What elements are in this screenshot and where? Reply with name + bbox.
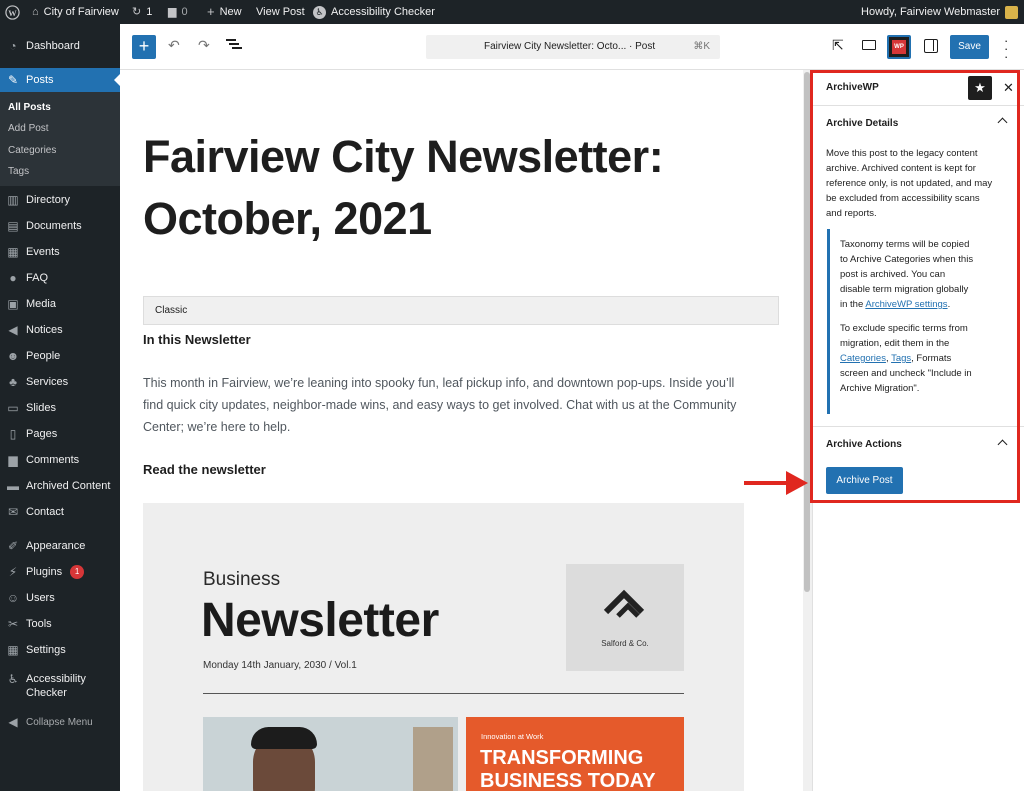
settings-icon: ▦ — [7, 643, 19, 657]
updates-link[interactable]: ↻ 1 — [132, 0, 152, 24]
new-content-link[interactable]: + New — [207, 0, 242, 24]
menu-services[interactable]: ♣ Services — [0, 370, 120, 394]
menu-documents[interactable]: ▤ Documents — [0, 214, 120, 238]
media-icon: ▣ — [7, 297, 19, 311]
menu-people[interactable]: ☻ People — [0, 344, 120, 368]
mail-icon: ✉ — [7, 505, 19, 519]
heading-in-this-newsletter[interactable]: In this Newsletter — [143, 332, 251, 347]
menu-comments[interactable]: ▆ Comments — [0, 448, 120, 472]
user-icon: ☺ — [6, 591, 20, 605]
documents-icon: ▤ — [7, 219, 19, 233]
comment-icon: ▆ — [168, 6, 177, 18]
intro-paragraph[interactable]: This month in Fairview, we’re leaning in… — [143, 372, 783, 438]
archivewp-logo-icon: WP — [892, 40, 906, 54]
paintbrush-icon: ✐ — [7, 539, 19, 553]
menu-users[interactable]: ☺ Users — [0, 586, 120, 610]
view-post-link[interactable]: View Post — [256, 0, 305, 24]
directory-icon: ▥ — [7, 193, 19, 207]
archive-icon: ▬ — [7, 479, 19, 493]
redo-icon[interactable]: ↷ — [198, 37, 210, 54]
menu-media[interactable]: ▣ Media — [0, 292, 120, 316]
comments-link[interactable]: ▆ 0 — [168, 0, 188, 24]
external-link-icon[interactable]: ⇱ — [832, 37, 844, 54]
menu-slides[interactable]: ▭ Slides — [0, 396, 120, 420]
salford-logo-icon — [602, 586, 646, 620]
menu-events[interactable]: ▦ Events — [0, 240, 120, 264]
editor-canvas: Fairview City Newsletter: October, 2021 … — [120, 70, 806, 791]
menu-tools[interactable]: ✂ Tools — [0, 612, 120, 636]
document-overview-icon[interactable] — [226, 37, 242, 51]
undo-icon[interactable]: ↶ — [168, 37, 180, 54]
refresh-icon: ↻ — [132, 6, 142, 18]
comments-icon: ▆ — [8, 453, 18, 467]
archivewp-plugin-button[interactable]: WP — [887, 35, 911, 59]
submenu-add-post[interactable]: Add Post — [8, 123, 49, 134]
home-icon: ⌂ — [32, 6, 39, 18]
classic-block[interactable]: Classic — [143, 296, 779, 325]
svg-text:W: W — [8, 7, 17, 17]
slides-icon: ▭ — [7, 401, 19, 415]
pin-icon: ✎ — [7, 73, 19, 87]
settings-panel-toggle-icon[interactable] — [924, 39, 938, 53]
menu-archived-content[interactable]: ▬ Archived Content — [0, 474, 120, 498]
heading-read-the-newsletter[interactable]: Read the newsletter — [143, 462, 266, 477]
post-title[interactable]: Fairview City Newsletter: October, 2021 — [143, 126, 664, 250]
menu-accessibility-checker[interactable]: ♿ Accessibility Checker — [0, 672, 120, 702]
collapse-icon: ◀ — [8, 715, 18, 729]
plus-icon: + — [207, 4, 215, 19]
menu-posts[interactable]: ✎ Posts — [0, 68, 120, 92]
add-block-button[interactable]: + — [132, 35, 156, 59]
menu-directory[interactable]: ▥ Directory — [0, 188, 120, 212]
people-icon: ☻ — [6, 349, 20, 363]
accessibility-icon: ♿ — [7, 672, 19, 686]
save-button[interactable]: Save — [950, 35, 989, 59]
menu-pages[interactable]: ▯ Pages — [0, 422, 120, 446]
more-options-icon[interactable]: · · · — [1004, 34, 1008, 63]
accessibility-checker-link[interactable]: ♿ Accessibility Checker — [313, 0, 435, 24]
plugins-update-badge: 1 — [70, 565, 85, 579]
site-name-link[interactable]: ⌂ City of Fairview — [32, 0, 119, 24]
newsletter-orange-panel: Innovation at Work TRANSFORMING BUSINESS… — [466, 717, 684, 791]
menu-appearance[interactable]: ✐ Appearance — [0, 534, 120, 558]
highlight-box — [810, 70, 1020, 503]
menu-settings[interactable]: ▦ Settings — [0, 638, 120, 662]
calendar-icon: ▦ — [7, 245, 19, 259]
pages-icon: ▯ — [9, 427, 17, 441]
lightbulb-icon: ● — [9, 271, 17, 285]
admin-sidebar: ◔ Dashboard ✎ Posts All Posts Add Post Cat… — [0, 24, 120, 791]
my-account-link[interactable]: Howdy, Fairview Webmaster — [861, 0, 1018, 24]
services-icon: ♣ — [9, 375, 17, 389]
newsletter-logo-box: Salford & Co. — [566, 564, 684, 671]
avatar — [1005, 5, 1018, 19]
posts-submenu: All Posts Add Post Categories Tags — [0, 92, 120, 186]
newsletter-divider — [203, 693, 684, 694]
submenu-tags[interactable]: Tags — [8, 166, 29, 177]
admin-bar: W ⌂ City of Fairview ↻ 1 ▆ 0 + New View … — [0, 0, 1024, 24]
menu-plugins[interactable]: ⚡ Plugins 1 — [0, 560, 120, 584]
menu-dashboard[interactable]: ◔ Dashboard — [0, 34, 120, 58]
document-title-bar[interactable]: Fairview City Newsletter: Octo... · Post… — [426, 35, 720, 59]
collapse-menu-button[interactable]: ◀ Collapse Menu — [0, 710, 120, 734]
menu-contact[interactable]: ✉ Contact — [0, 500, 120, 524]
newsletter-photo — [203, 717, 458, 791]
annotation-arrow-icon — [744, 469, 808, 497]
megaphone-icon: ◀ — [8, 323, 18, 337]
accessibility-icon: ♿ — [313, 5, 326, 19]
editor-toolbar: + ↶ ↷ Fairview City Newsletter: Octo... … — [120, 24, 1024, 70]
menu-faq[interactable]: ● FAQ — [0, 266, 120, 290]
dashboard-icon: ◔ — [9, 39, 17, 53]
wrench-icon: ✂ — [7, 617, 19, 631]
plugin-icon: ⚡ — [8, 565, 18, 579]
submenu-categories[interactable]: Categories — [8, 145, 56, 156]
submenu-all-posts[interactable]: All Posts — [8, 102, 51, 113]
wordpress-logo-icon[interactable]: W — [5, 0, 20, 24]
newsletter-cover-image[interactable]: Business Newsletter Monday 14th January,… — [143, 503, 744, 791]
preview-device-icon[interactable] — [862, 40, 876, 50]
menu-notices[interactable]: ◀ Notices — [0, 318, 120, 342]
